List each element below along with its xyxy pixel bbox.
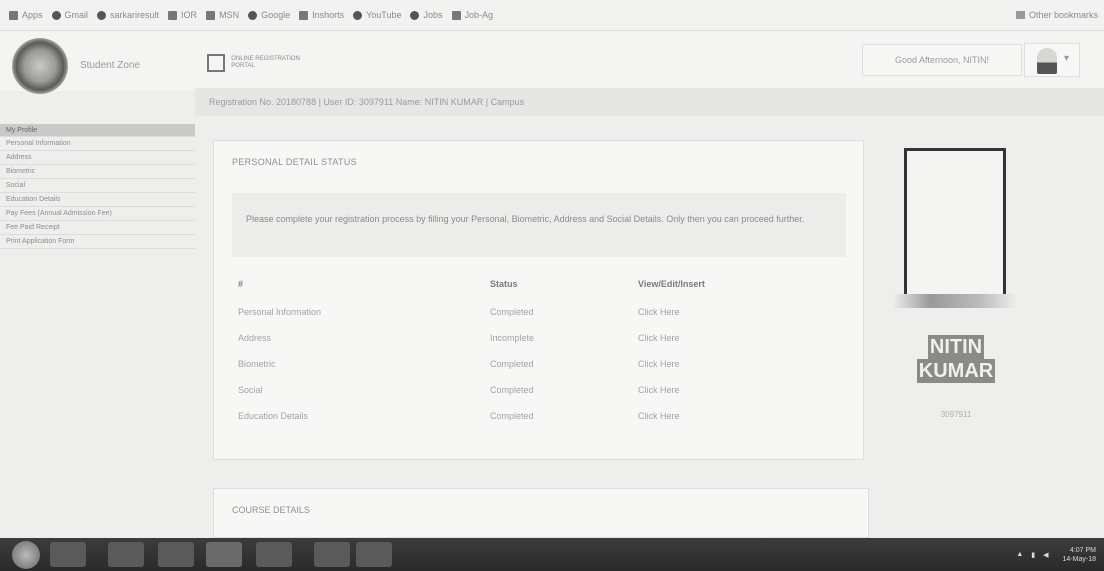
sidebar-item-social[interactable]: Social [0,179,195,193]
sidebar-item-my-profile[interactable]: My Profile [0,124,195,137]
row-status: Completed [490,359,534,369]
youtube-icon [353,10,363,20]
folder-icon [1015,11,1025,19]
bookmark-jobag[interactable]: Job-Ag [451,10,493,20]
row-label: Personal Information [238,307,322,317]
app-taskbar-icon[interactable] [356,542,392,567]
row-status: Incomplete [490,333,535,343]
bookmark-apps[interactable]: Apps [9,10,43,20]
windows-taskbar: ▲ ▮ ◀ 4:07 PM 14-May-18 [0,538,1104,571]
column-header-action: View/Edit/Insert [638,279,705,289]
welcome-message: Good Afternoon, NITIN! [862,44,1022,76]
other-bookmarks[interactable]: Other bookmarks [1015,0,1098,30]
row-label: Education Details [238,411,309,421]
msn-icon [206,10,216,20]
apps-icon [9,10,18,20]
google-icon [248,10,258,20]
news-icon [299,10,309,20]
bookmark-ior[interactable]: IOR [168,10,197,20]
clock[interactable]: 4:07 PM 14-May-18 [1063,546,1096,564]
row-action-link[interactable]: Click Here [638,411,680,421]
table-row: Address Incomplete Click Here [232,327,846,353]
row-status: Completed [490,411,534,421]
bookmark-msn[interactable]: MSN [206,10,239,20]
page-icon [451,10,461,20]
course-details-title: COURSE DETAILS [232,505,310,515]
column-header-status: Status [490,279,518,289]
portal-logo-text: ONLINE REGISTRATION PORTAL [231,56,300,69]
sidebar-item-biometric[interactable]: Biometric [0,165,195,179]
sidebar: My Profile Personal Information Address … [0,124,195,249]
profile-first-name: NITIN [927,335,985,359]
portal-logo[interactable]: ONLINE REGISTRATION PORTAL [207,52,315,74]
sidebar-item-address[interactable]: Address [0,151,195,165]
personal-detail-status-panel: PERSONAL DETAIL STATUS Please complete y… [213,140,864,460]
avatar-icon [1037,48,1057,74]
table-row: Education Details Completed Click Here [232,405,846,431]
bookmark-sarkari[interactable]: sarkariresult [97,10,159,20]
clock-date: 14-May-18 [1062,555,1096,563]
brand-label: Student Zone [80,60,141,71]
row-status: Completed [490,385,534,395]
profile-last-name: KUMAR [916,359,996,383]
row-action-link[interactable]: Click Here [638,333,680,343]
profile-photo [904,148,1006,298]
portal-logo-icon [207,54,226,72]
chevron-down-icon: ▾ [1064,53,1070,64]
pdf-reader-taskbar-icon[interactable] [314,542,350,567]
tray-arrow-icon[interactable]: ▲ [1016,551,1023,558]
university-logo [12,38,68,94]
row-label: Address [238,333,272,343]
user-menu-button[interactable]: ▾ [1024,43,1080,77]
media-player-taskbar-icon[interactable] [158,542,194,567]
clock-time: 4:07 PM [1069,546,1096,554]
network-icon[interactable]: ▮ [1031,551,1035,559]
system-tray: ▲ ▮ ◀ 4:07 PM 14-May-18 [1016,538,1096,571]
bookmark-jobs[interactable]: Jobs [410,10,443,20]
row-action-link[interactable]: Click Here [638,307,680,317]
bookmark-gmail[interactable]: Gmail [51,10,88,20]
ie-taskbar-icon[interactable] [50,542,86,567]
course-details-panel: COURSE DETAILS [213,488,869,538]
app-taskbar-icon[interactable] [256,542,292,567]
sidebar-item-fee-receipt[interactable]: Fee Paid Receipt [0,221,195,235]
table-row: Personal Information Completed Click Her… [232,301,846,327]
panel-title: PERSONAL DETAIL STATUS [232,157,357,167]
row-action-link[interactable]: Click Here [638,385,680,395]
row-action-link[interactable]: Click Here [638,359,680,369]
table-row: Social Completed Click Here [232,379,846,405]
sidebar-item-education-details[interactable]: Education Details [0,193,195,207]
row-label: Social [238,385,263,395]
profile-reg-number: 3097911 [940,410,972,419]
bookmarks-bar: Apps Gmail sarkariresult IOR MSN Google … [0,0,1104,31]
sidebar-item-print-form[interactable]: Print Application Form [0,235,195,249]
gmail-icon [51,10,61,20]
chrome-taskbar-icon[interactable] [206,542,242,567]
page-icon [168,10,178,20]
sidebar-item-personal-information[interactable]: Personal Information [0,137,195,151]
row-status: Completed [490,307,534,317]
globe-icon [410,10,420,20]
bookmark-google[interactable]: Google [248,10,290,20]
bookmark-inshorts[interactable]: Inshorts [299,10,344,20]
start-button-icon[interactable] [12,541,40,569]
registration-info-bar: Registration No. 20180788 | User ID: 309… [195,88,1104,116]
sidebar-item-pay-fees[interactable]: Pay Fees (Annual Admission Fee) [0,207,195,221]
row-label: Biometric [238,359,276,369]
registration-notice: Please complete your registration proces… [232,193,846,257]
column-header-label: # [238,279,244,289]
globe-icon [97,10,107,20]
profile-name: NITIN KUMAR [913,335,999,383]
bookmark-youtube[interactable]: YouTube [353,10,401,20]
volume-icon[interactable]: ◀ [1043,551,1048,559]
table-row: Biometric Completed Click Here [232,353,846,379]
photo-shadow [893,294,1017,308]
explorer-taskbar-icon[interactable] [108,542,144,567]
